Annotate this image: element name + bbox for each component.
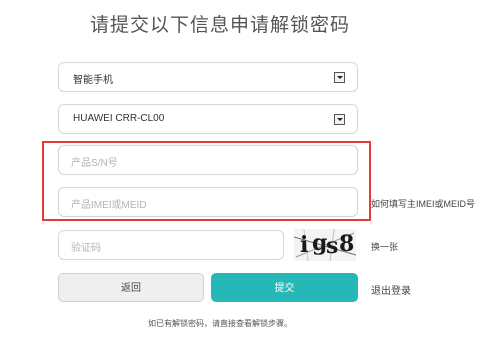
chevron-down-icon[interactable] (334, 72, 345, 83)
captcha-placeholder: 验证码 (71, 243, 101, 254)
submit-button[interactable]: 提交 (211, 273, 358, 302)
captcha-char: s (326, 233, 339, 259)
captcha-char: 8 (339, 231, 355, 257)
chevron-down-icon[interactable] (334, 114, 345, 125)
page-title: 请提交以下信息申请解锁密码 (89, 15, 350, 36)
captcha-refresh-link[interactable]: 换一张 (371, 240, 398, 253)
device-type-value: 智能手机 (73, 75, 113, 86)
imei-help-link[interactable]: 如何填写主IMEI或MEID号 (371, 197, 475, 210)
device-type-select[interactable]: 智能手机 (58, 62, 358, 92)
captcha-image[interactable]: i g s 8 (294, 229, 356, 261)
back-button[interactable]: 返回 (58, 273, 204, 302)
logout-link[interactable]: 退出登录 (371, 282, 411, 297)
device-model-value: HUAWEI CRR-CL00 (73, 113, 165, 124)
captcha-input[interactable]: 验证码 (58, 230, 284, 260)
device-model-select[interactable]: HUAWEI CRR-CL00 (58, 104, 358, 134)
highlight-box (42, 141, 371, 221)
captcha-char: i (300, 232, 309, 258)
unlock-hint: 如已有解锁密码，请直接查看解锁步骤。 (148, 319, 292, 328)
